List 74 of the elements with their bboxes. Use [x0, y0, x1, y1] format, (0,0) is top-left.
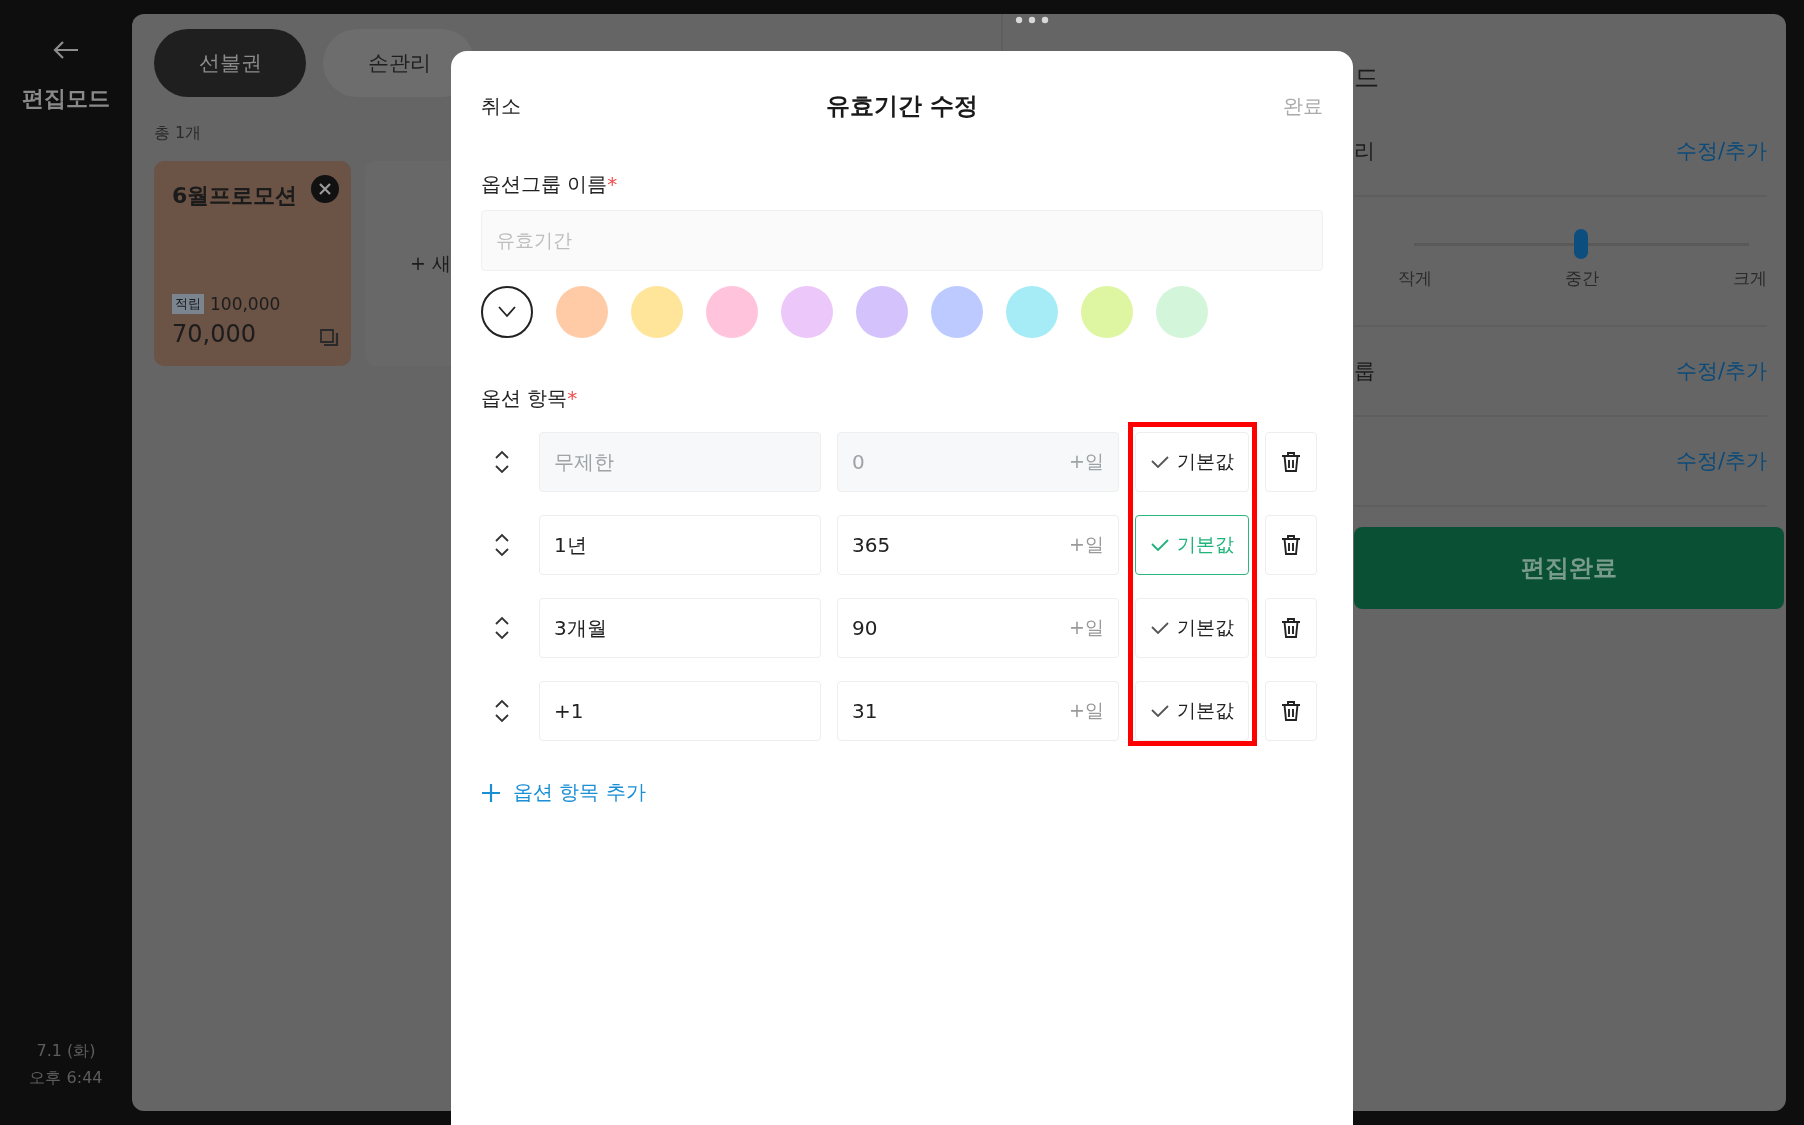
color-swatch[interactable]	[781, 286, 833, 338]
slider-label: 작게	[1397, 267, 1432, 290]
days-value: 365	[852, 533, 891, 557]
days-value: 31	[852, 699, 878, 723]
no-color-option[interactable]	[481, 286, 533, 338]
delete-button[interactable]	[1265, 432, 1317, 492]
category-tab[interactable]: 손관리	[323, 29, 475, 97]
panel-title: 드	[1353, 62, 1380, 94]
field-label: 옵션그룹 이름*	[481, 171, 619, 198]
days-field[interactable]: 90 +일	[837, 598, 1119, 658]
unit-label: +일	[1069, 449, 1104, 474]
sort-icon[interactable]	[494, 698, 510, 724]
unit-label: +일	[1069, 615, 1104, 640]
trash-icon	[1281, 617, 1301, 639]
color-swatch[interactable]	[856, 286, 908, 338]
days-field[interactable]: 365 +일	[837, 515, 1119, 575]
delete-button[interactable]	[1265, 681, 1317, 741]
plus-icon	[481, 782, 501, 803]
points-tag: 적립	[172, 294, 204, 314]
color-swatch[interactable]	[931, 286, 983, 338]
edit-done-button[interactable]: 편집완료	[1353, 527, 1784, 609]
color-swatch[interactable]	[706, 286, 758, 338]
default-toggle[interactable]: 기본값	[1135, 515, 1249, 575]
trash-icon	[1281, 451, 1301, 473]
voucher-card[interactable]: 6월프로모션 적립 100,000 70,000	[154, 161, 351, 366]
sort-icon[interactable]	[494, 532, 510, 558]
check-icon	[1150, 456, 1169, 468]
setting-label: 룹	[1353, 358, 1375, 385]
unit-label: +일	[1069, 698, 1104, 723]
copy-icon[interactable]	[319, 328, 339, 348]
color-swatch[interactable]	[631, 286, 683, 338]
color-swatch[interactable]	[556, 286, 608, 338]
slider-label: 크게	[1732, 267, 1767, 290]
points-value: 100,000	[210, 294, 281, 314]
add-option-link[interactable]: 옵션 항목 추가	[481, 779, 1323, 806]
sort-icon[interactable]	[494, 615, 510, 641]
days-value: 90	[852, 616, 878, 640]
check-icon	[498, 306, 516, 318]
days-field[interactable]: 31 +일	[837, 681, 1119, 741]
slider-label: 중간	[1565, 267, 1600, 290]
option-name-field[interactable]: 1년	[539, 515, 821, 575]
option-name-field[interactable]: 3개월	[539, 598, 821, 658]
check-icon	[1150, 539, 1169, 551]
date-text: 7.1 (화)	[36, 1041, 96, 1062]
slider-thumb[interactable]	[1574, 229, 1589, 259]
price-text: 70,000	[172, 320, 256, 348]
new-card-label: + 새	[410, 250, 451, 276]
option-name-field[interactable]: +1	[539, 681, 821, 741]
trash-icon	[1281, 700, 1301, 722]
color-swatch[interactable]	[1156, 286, 1208, 338]
mode-title: 편집모드	[22, 85, 110, 113]
default-toggle[interactable]: 기본값	[1135, 681, 1249, 741]
sort-icon[interactable]	[494, 449, 510, 475]
delete-button[interactable]	[1265, 598, 1317, 658]
back-arrow-icon[interactable]	[53, 40, 79, 60]
days-value: 0	[852, 450, 865, 474]
more-icon[interactable]	[1015, 16, 1049, 24]
close-icon[interactable]	[311, 175, 339, 203]
check-icon	[1150, 622, 1169, 634]
field-label: 옵션 항목*	[481, 385, 579, 412]
color-swatch[interactable]	[1081, 286, 1133, 338]
setting-label: 리	[1353, 138, 1375, 165]
cancel-link[interactable]: 취소	[481, 92, 521, 120]
default-toggle[interactable]: 기본값	[1135, 598, 1249, 658]
category-tab[interactable]: 선불권	[154, 29, 306, 97]
trash-icon	[1281, 534, 1301, 556]
unit-label: +일	[1069, 532, 1104, 557]
color-swatch[interactable]	[1006, 286, 1058, 338]
modal-title: 유효기간 수정	[825, 91, 979, 122]
check-icon	[1150, 705, 1169, 717]
card-title: 6월프로모션	[172, 182, 298, 210]
item-count: 총 1개	[154, 123, 203, 144]
time-text: 오후 6:44	[29, 1068, 103, 1089]
delete-button[interactable]	[1265, 515, 1317, 575]
